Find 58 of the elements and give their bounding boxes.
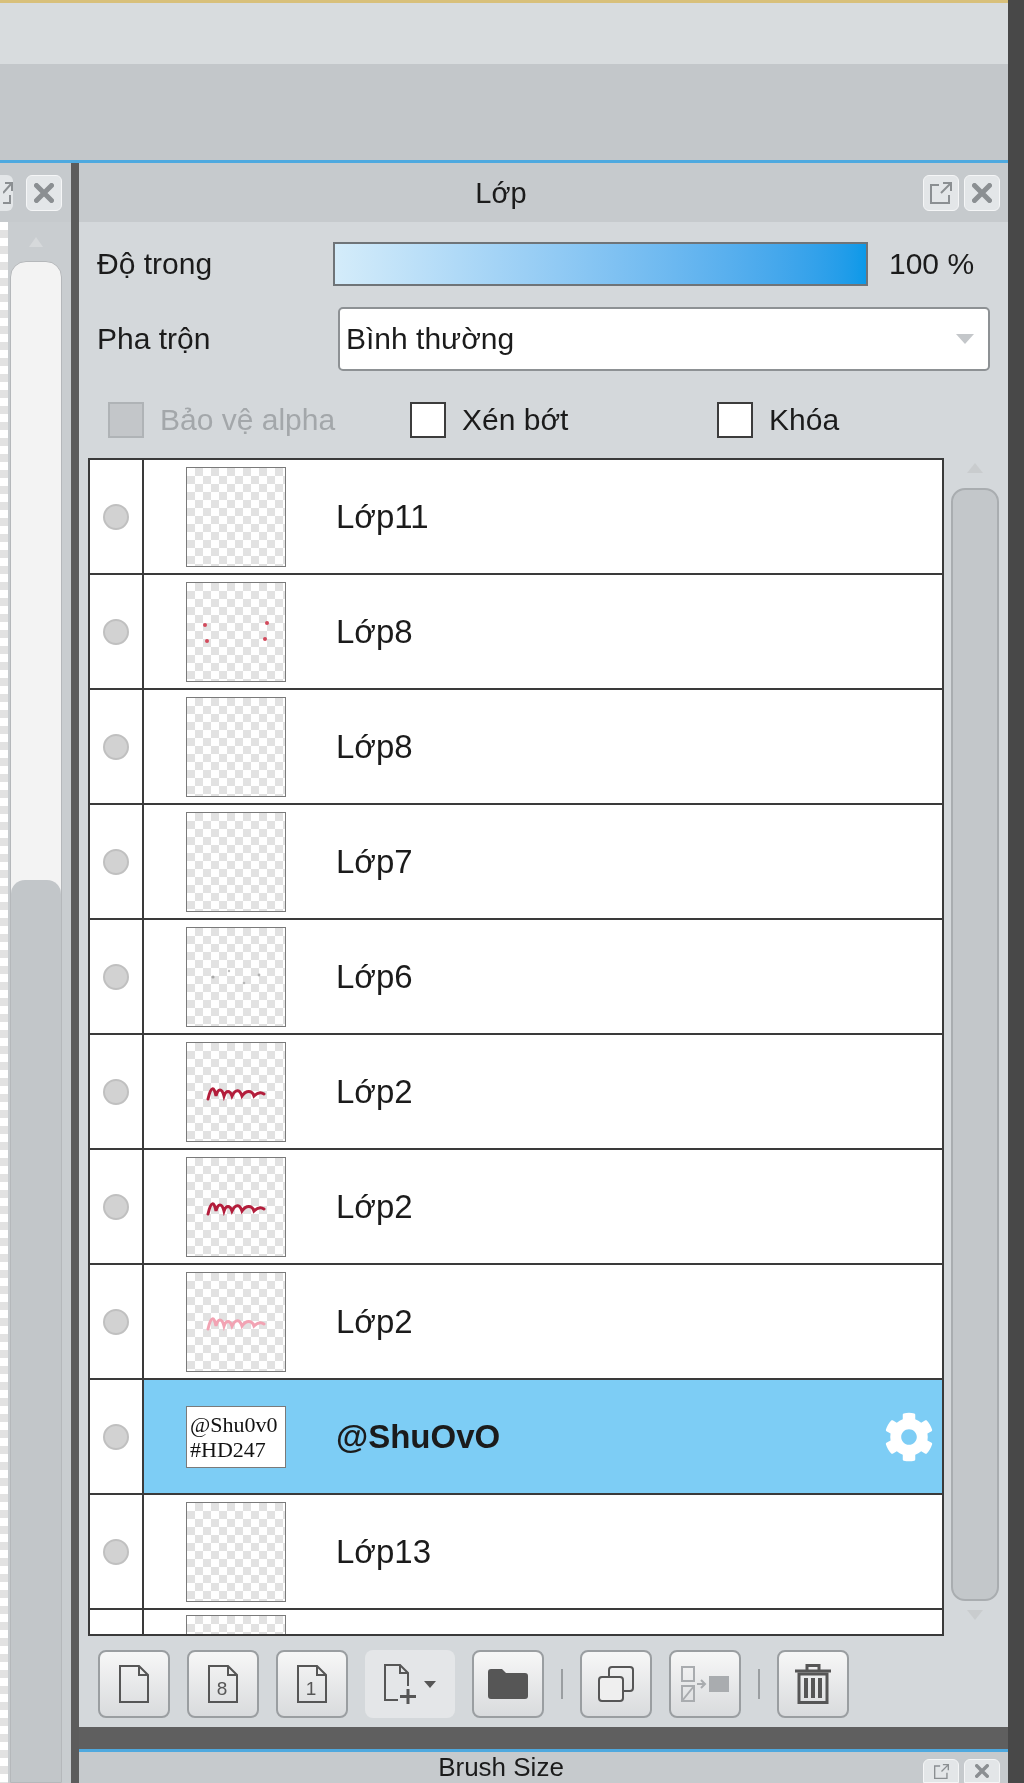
layer-name: Lớp13: [336, 1531, 432, 1572]
panel-splitter[interactable]: [71, 163, 79, 1783]
scrollbar-thumb[interactable]: [11, 880, 61, 1782]
panel-title: Brush Size: [437, 1752, 565, 1783]
layer-name: Lớp8: [336, 726, 413, 767]
layer-name: Lớp11: [336, 496, 429, 537]
caret-icon: [424, 1680, 436, 1688]
new-layer-button[interactable]: [98, 1650, 170, 1718]
detach-button[interactable]: [0, 174, 13, 211]
checkbox[interactable]: [717, 402, 753, 438]
page-icon: [297, 1665, 327, 1703]
specks-drawing: [211, 968, 261, 985]
layer-name: Lớp2: [336, 1186, 413, 1227]
thumbnail-text: #HD247: [190, 1436, 266, 1462]
trash-icon: [795, 1664, 831, 1704]
blend-mode-label: Pha trộn: [97, 321, 212, 357]
close-button[interactable]: [964, 174, 1000, 211]
detach-icon: [3, 181, 13, 204]
panel-title: Lớp: [474, 175, 528, 210]
blend-mode-dropdown[interactable]: Bình thường: [338, 307, 990, 371]
opacity-label: Độ trong: [97, 246, 214, 282]
detach-icon: [930, 181, 952, 204]
layer-name: Lớp6: [336, 956, 413, 997]
duplicate-button[interactable]: [580, 1650, 652, 1718]
scrollbar-thumb[interactable]: [951, 488, 999, 1601]
new-folder-button[interactable]: [472, 1650, 544, 1718]
detach-button[interactable]: [923, 1759, 959, 1783]
layer-name: Lớp8: [336, 611, 413, 652]
close-button[interactable]: [964, 1759, 1000, 1783]
add-layer-menu-button[interactable]: [365, 1650, 455, 1718]
option-label: Khóa: [769, 402, 840, 438]
new-layer-button[interactable]: 8: [187, 1650, 259, 1718]
layer-name: Lớp2: [336, 1071, 413, 1112]
dots-drawing: [201, 618, 271, 645]
gear-icon[interactable]: [884, 1411, 934, 1462]
layer-name: @ShuOvO: [336, 1416, 501, 1457]
page-icon: [208, 1665, 238, 1703]
squares-arrow-icon: [681, 1666, 729, 1702]
option-label: Xén bớt: [462, 402, 569, 438]
page-plus-icon: [384, 1664, 416, 1704]
overlapping-squares-icon: [598, 1666, 634, 1702]
close-icon: [975, 1764, 989, 1778]
checkbox[interactable]: [410, 402, 446, 438]
close-icon: [972, 182, 992, 203]
detach-icon: [933, 1763, 949, 1779]
close-button[interactable]: [26, 174, 62, 211]
detach-button[interactable]: [923, 174, 959, 211]
delete-button[interactable]: [777, 1650, 849, 1718]
opacity-value: 100 %: [889, 246, 975, 282]
close-icon: [34, 182, 54, 203]
layer-row[interactable]: @Shu0v0 #HD247 @ShuOvO: [144, 1380, 942, 1493]
caret-icon: [956, 334, 974, 344]
layer-name: Lớp7: [336, 841, 413, 882]
page-icon: [119, 1665, 149, 1703]
new-layer-button[interactable]: 1: [276, 1650, 348, 1718]
thumbnail-text: @Shu0v0: [190, 1411, 278, 1437]
layer-name: Lớp2: [336, 1301, 413, 1342]
folder-icon: [488, 1669, 528, 1699]
